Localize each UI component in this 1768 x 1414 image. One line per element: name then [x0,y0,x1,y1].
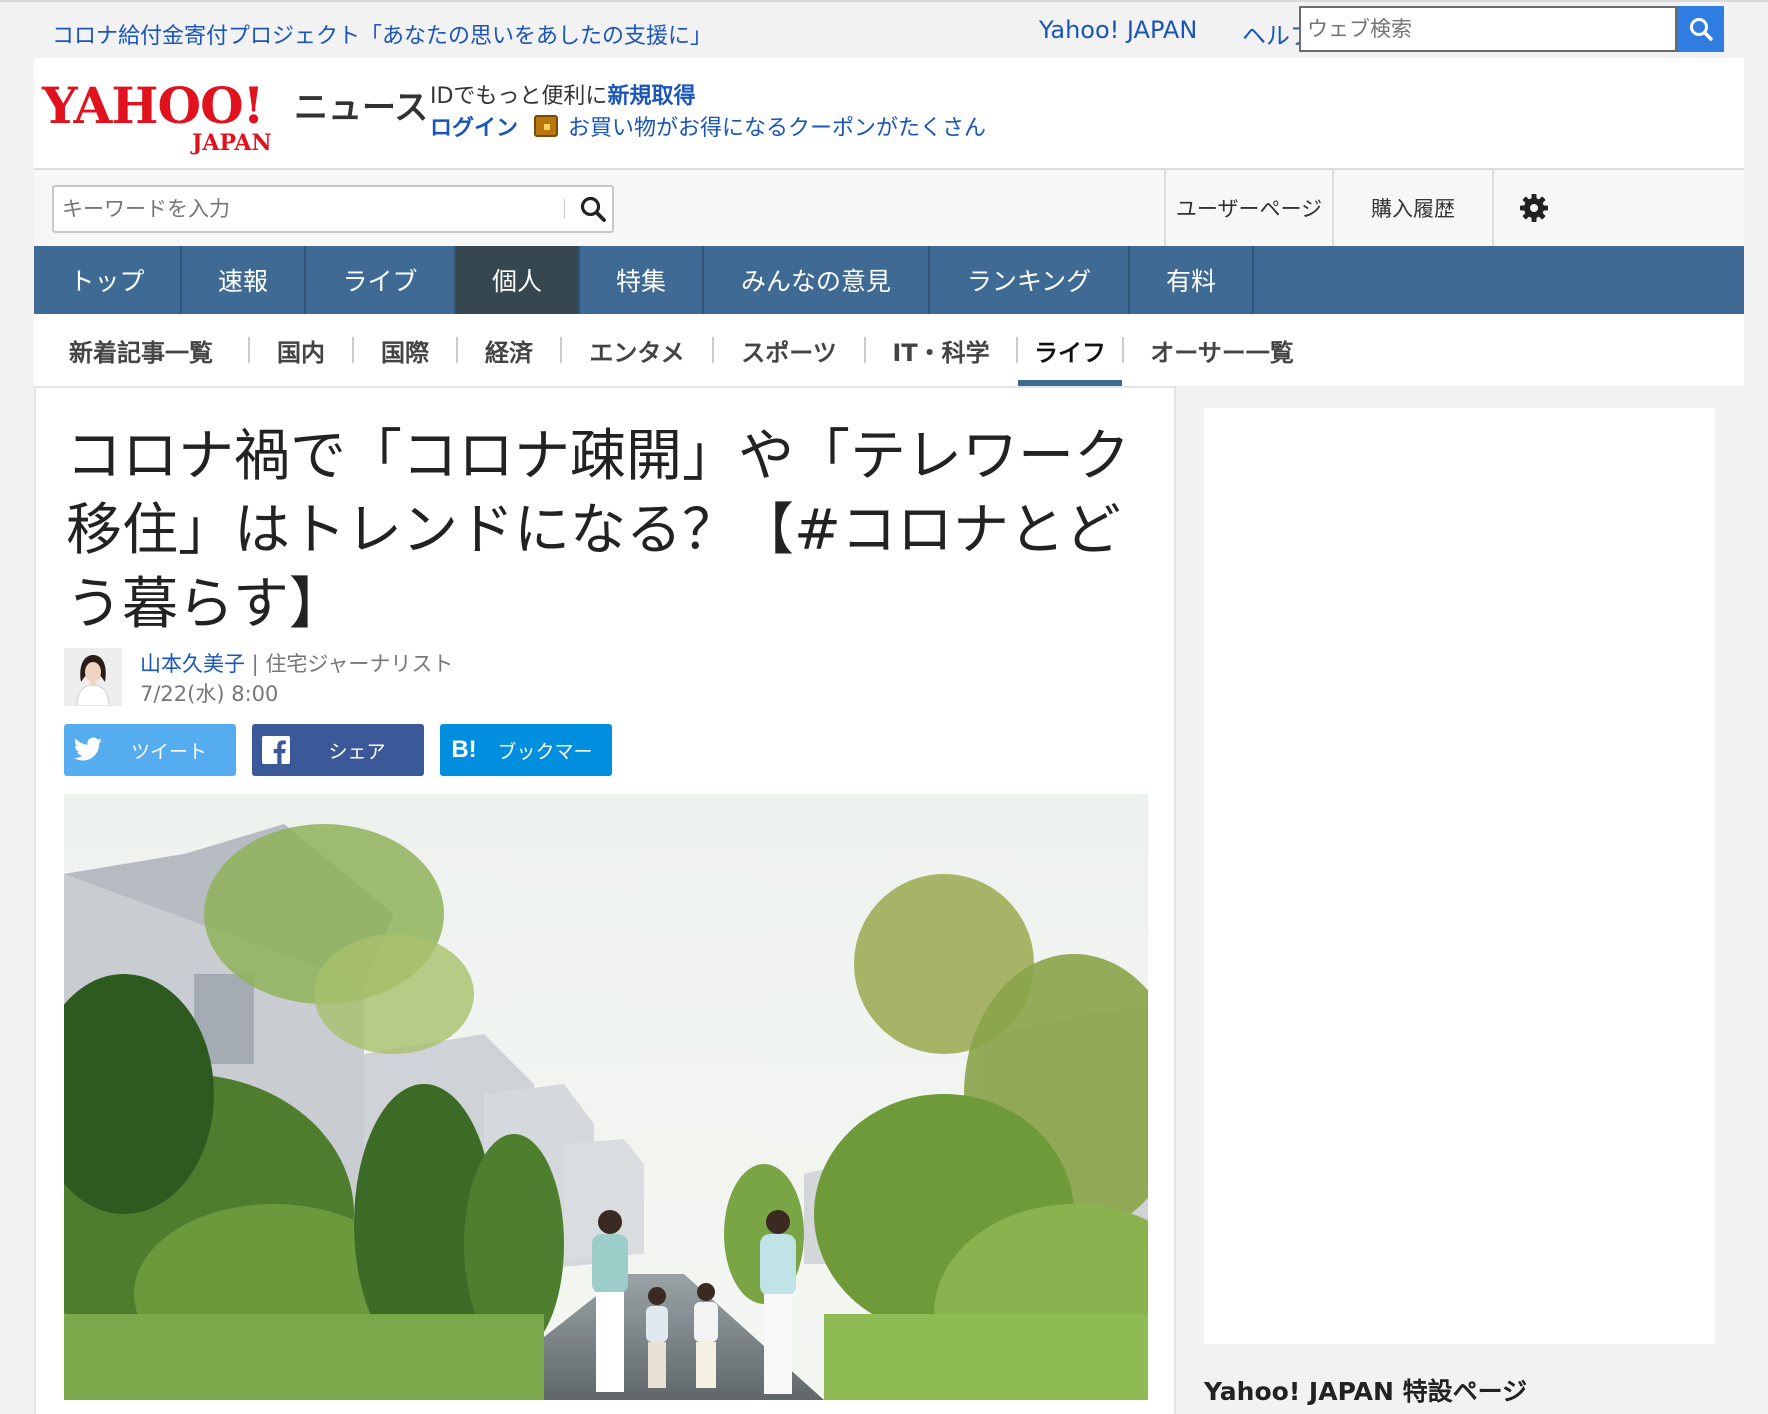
gnav-item-ranking[interactable]: ランキング [930,246,1130,314]
keyword-search-button[interactable] [574,191,612,227]
global-nav: トップ 速報 ライブ 個人 特集 みんなの意見 ランキング 有料 [34,246,1744,314]
family-walking-photo [64,794,1148,1400]
search-icon [1689,18,1713,41]
twitter-bird-icon [73,737,102,761]
gnav-item-opinions[interactable]: みんなの意見 [704,246,930,314]
special-pages-heading: Yahoo! JAPAN 特設ページ [1204,1377,1528,1406]
settings-button[interactable] [1492,170,1574,246]
gear-icon [1520,194,1548,222]
gnav-item-individual[interactable]: 個人 [456,246,580,314]
hatena-bookmark-button[interactable]: B! ブックマー [440,724,612,776]
gnav-item-feature[interactable]: 特集 [580,246,704,314]
article-main: コロナ禍で「コロナ疎開」や「テレワーク移住」はトレンドになる？【#コロナとどう暮… [34,386,1176,1414]
logo-yahoo: YAHOO! [42,76,265,135]
subnav-item-authors[interactable]: オーサー一覧 [1124,314,1320,386]
sidebar-ad [1204,408,1715,1344]
author-role: | 住宅ジャーナリスト [245,652,454,676]
coupon-link[interactable]: お買い物がお得になるクーポンがたくさん [568,110,986,142]
keyword-search-box [52,185,614,233]
gnav-item-paid[interactable]: 有料 [1130,246,1254,314]
article-title: コロナ禍で「コロナ疎開」や「テレワーク移住」はトレンドになる？【#コロナとどう暮… [66,424,1130,637]
id-promo-text: IDでもっと便利に [430,84,608,109]
author-name-link[interactable]: 山本久美子 [140,652,245,676]
hatena-icon-text: B! [451,736,477,763]
facebook-icon [262,736,290,764]
search-divider [564,199,565,219]
sub-nav: 新着記事一覧 国内 国際 経済 エンタメ スポーツ IT・科学 ライフ オーサー… [34,314,1744,386]
logo-japan: JAPAN [192,130,272,156]
subnav-item-life[interactable]: ライフ [1018,314,1122,386]
web-search-box [1299,6,1677,52]
hatena-b-icon: B! [440,736,488,764]
gnav-item-top[interactable]: トップ [34,246,182,314]
gnav-item-live[interactable]: ライブ [306,246,456,314]
signup-link[interactable]: 新規取得 [607,84,695,109]
site-header: YAHOO! JAPAN ニュース IDでもっと便利に新規取得 ログイン お買い… [34,58,1744,168]
publish-date: 7/22(水) 8:00 [140,682,279,706]
tweet-button[interactable]: ツイート [64,724,236,776]
subnav-item-latest[interactable]: 新着記事一覧 [34,314,248,386]
id-promo: IDでもっと便利に新規取得 [430,78,695,110]
web-search-button[interactable] [1677,6,1724,52]
author-line: 山本久美子 | 住宅ジャーナリスト [140,648,453,678]
subnav-item-entertainment[interactable]: エンタメ [562,314,712,386]
author-photo [64,648,122,706]
yahoo-japan-link[interactable]: Yahoo! JAPAN [1039,16,1197,44]
gnav-item-breaking[interactable]: 速報 [182,246,306,314]
login-link[interactable]: ログイン [430,110,518,142]
subnav-item-domestic[interactable]: 国内 [250,314,352,386]
search-row: ユーザーページ 購入履歴 [34,168,1744,246]
subnav-item-international[interactable]: 国際 [354,314,456,386]
web-search-input[interactable] [1301,8,1675,50]
article-hero-image [64,794,1148,1400]
user-page-button[interactable]: ユーザーページ [1164,170,1332,246]
facebook-share-label: シェア [328,740,386,763]
tweet-label: ツイート [130,740,207,763]
subnav-item-sports[interactable]: スポーツ [714,314,864,386]
search-icon [580,196,606,222]
login-row: ログイン お買い物がお得になるクーポンがたくさん [430,110,986,142]
hatena-bookmark-label: ブックマー [497,740,593,763]
purchase-history-button[interactable]: 購入履歴 [1332,170,1492,246]
author-avatar[interactable] [64,648,122,706]
subnav-item-economy[interactable]: 経済 [458,314,560,386]
logo-news[interactable]: ニュース [294,80,428,129]
keyword-search-input[interactable] [54,187,554,231]
yahoo-japan-logo[interactable]: YAHOO! JAPAN [42,76,292,156]
promo-link[interactable]: コロナ給付金寄付プロジェクト「あなたの思いをあしたの支援に」 [52,18,712,50]
subnav-item-it-science[interactable]: IT・科学 [866,314,1016,386]
facebook-share-button[interactable]: シェア [252,724,424,776]
treasure-chest-icon [534,115,559,137]
